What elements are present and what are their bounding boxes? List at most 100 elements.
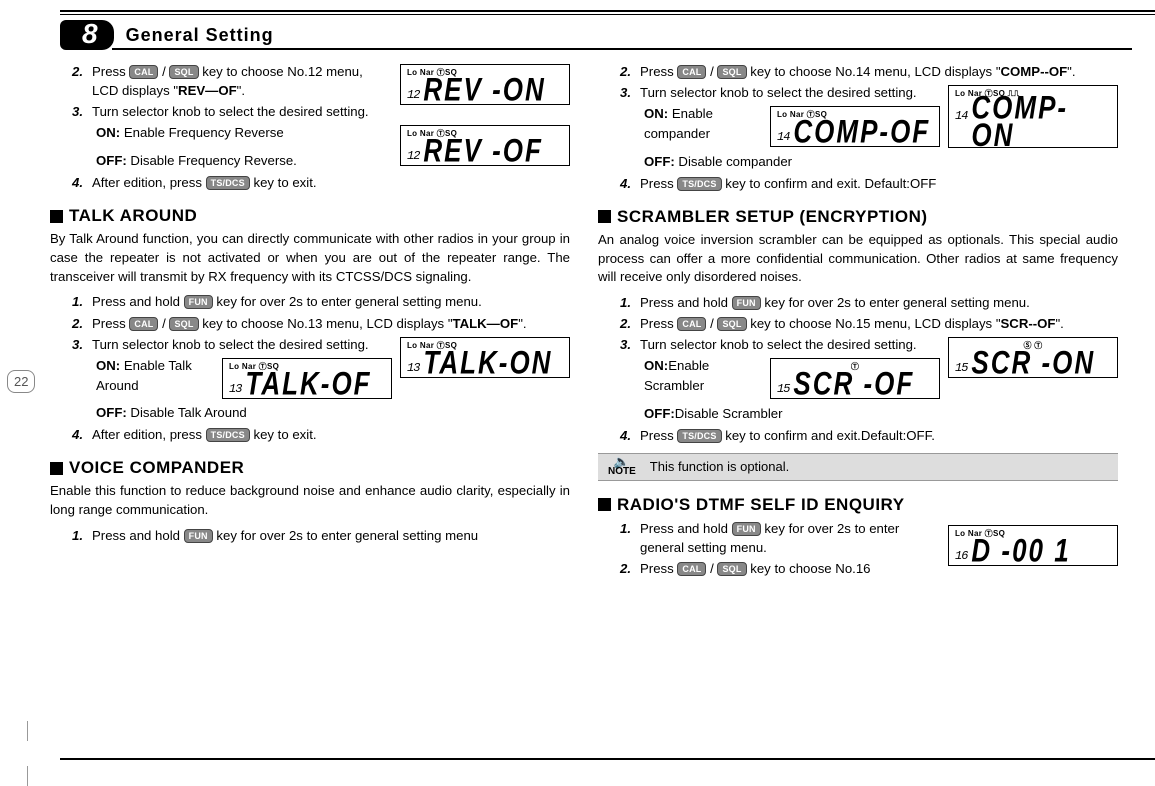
lcd-menu-no: 12 [407, 88, 419, 102]
t: SCRAMBLER SETUP (ENCRYPTION) [617, 207, 928, 227]
t: ON: [644, 106, 668, 121]
t: Turn selector knob to select the desired… [640, 83, 940, 102]
t: key to confirm and exit. Default:OFF [722, 176, 937, 191]
t: After edition, press [92, 175, 206, 190]
tsdcs-key: TS/DCS [206, 428, 250, 442]
left-column: Lo Nar ⓉSQ 12REV -ON 2.Press CAL / SQL k… [50, 60, 570, 748]
scr-step-1: 1.Press and hold FUN key for over 2s to … [620, 293, 1118, 312]
sql-key: SQL [169, 317, 198, 331]
t: After edition, press [92, 427, 206, 442]
lcd-comp-on: Lo Nar ⓉSQ ⎍⎍ 14COMP-ON [948, 85, 1118, 148]
dtmf-heading: RADIO'S DTMF SELF ID ENQUIRY [598, 495, 1118, 515]
t: ". [1067, 64, 1075, 79]
lcd-rev-on: Lo Nar ⓉSQ 12REV -ON [400, 64, 570, 105]
rev-step-3: 3.Turn selector knob to select the desir… [72, 102, 392, 121]
talk-step-2: 2.Press CAL / SQL key to choose No.13 me… [72, 314, 570, 333]
t: Press [640, 176, 677, 191]
chapter-rule [112, 48, 1132, 50]
t: Disable compander [675, 154, 792, 169]
lcd-text: COMP-ON [971, 94, 1111, 149]
fun-key: FUN [732, 296, 761, 310]
t: Press and hold [640, 521, 732, 536]
chapter-tab: 8 General Setting [60, 20, 274, 50]
lcd-scr-on: Ⓢ Ⓣ 15SCR -ON [948, 337, 1118, 378]
talk-step-4: 4.After edition, press TS/DCS key to exi… [72, 425, 570, 444]
lcd-menu-no: 15 [777, 382, 789, 396]
lcd-talk-on: Lo Nar ⓉSQ 13TALK-ON [400, 337, 570, 378]
lcd-text: TALK-ON [423, 348, 552, 376]
scr-lcds: Ⓢ Ⓣ 15SCR -ON 3.Turn selector knob to se… [598, 335, 1118, 424]
t: Press [640, 561, 677, 576]
lcd-menu-no: 14 [777, 130, 789, 144]
page: 8 General Setting 22 Lo Nar ⓉSQ 12REV -O… [0, 0, 1155, 778]
dtmf-step-1: 1. Press and hold FUN key for over 2s to… [620, 519, 940, 557]
sql-key: SQL [717, 317, 746, 331]
t: Press and hold [92, 294, 184, 309]
lcd-menu-no: 13 [229, 382, 241, 396]
t: ON: [644, 358, 668, 373]
sql-key: SQL [717, 562, 746, 576]
comp-step-2: 2.Press CAL / SQL key to choose No.14 me… [620, 62, 1118, 81]
compander-heading: VOICE COMPANDER [50, 458, 570, 478]
t: Disable Scrambler [675, 406, 783, 421]
note-text: This function is optional. [650, 459, 789, 474]
t: Press [92, 64, 129, 79]
lcd-scr-off: Ⓣ 15SCR -OF [770, 358, 940, 399]
cal-key: CAL [677, 65, 706, 79]
t: key for over 2s to enter general setting… [213, 528, 478, 543]
note-icon: 🔈NOTE [608, 457, 636, 477]
lcd-talk-off: Lo Nar ⓉSQ 13TALK-OF [222, 358, 392, 399]
sql-key: SQL [169, 65, 198, 79]
talk-heading: TALK AROUND [50, 206, 570, 226]
t: Press [640, 316, 677, 331]
talk-step-1: 1.Press and hold FUN key for over 2s to … [72, 292, 570, 311]
fun-key: FUN [732, 522, 761, 536]
t: Press and hold [640, 295, 732, 310]
talk-desc: By Talk Around function, you can directl… [50, 230, 570, 286]
t: Press and hold [92, 528, 184, 543]
cal-key: CAL [129, 65, 158, 79]
chapter-title: General Setting [126, 25, 274, 46]
scrambler-desc: An analog voice inversion scrambler can … [598, 231, 1118, 287]
section-mark-icon [50, 210, 63, 223]
fun-key: FUN [184, 295, 213, 309]
t: RADIO'S DTMF SELF ID ENQUIRY [617, 495, 905, 515]
tsdcs-key: TS/DCS [206, 176, 250, 190]
lcd-rev-off: Lo Nar ⓉSQ 12REV -OF [400, 125, 570, 166]
t: ON: [96, 358, 120, 373]
t: ". [237, 83, 245, 98]
t: Press [640, 64, 677, 79]
t: OFF: [96, 153, 127, 168]
t: key to confirm and exit.Default:OFF. [722, 428, 935, 443]
t: key for over 2s to enter general setting… [213, 294, 482, 309]
scr-off: OFF:Disable Scrambler [644, 404, 1118, 424]
t: Turn selector knob to select the desired… [640, 335, 940, 354]
section-mark-icon [598, 210, 611, 223]
rule-top [60, 10, 1155, 12]
dtmf-step-2: 2.Press CAL / SQL key to choose No.16 [620, 559, 940, 578]
lcd-text: SCR -ON [971, 349, 1095, 377]
rev-block: Lo Nar ⓉSQ 12REV -ON 2.Press CAL / SQL k… [50, 62, 570, 171]
cal-key: CAL [677, 317, 706, 331]
rev-step-2: 2.Press CAL / SQL key to choose No.12 me… [72, 62, 392, 100]
lcd-text: D -00 1 [971, 536, 1070, 564]
scrambler-heading: SCRAMBLER SETUP (ENCRYPTION) [598, 207, 1118, 227]
lcd-text: TALK-OF [245, 369, 371, 397]
t: OFF: [96, 405, 127, 420]
lcd-text: COMP-OF [793, 118, 930, 146]
t: ". [1055, 316, 1063, 331]
section-mark-icon [598, 498, 611, 511]
t: VOICE COMPANDER [69, 458, 244, 478]
comp-step-4: 4.Press TS/DCS key to confirm and exit. … [620, 174, 1118, 193]
note-row: 🔈NOTE This function is optional. [598, 453, 1118, 481]
tsdcs-key: TS/DCS [677, 429, 721, 443]
rule-top-thin [60, 14, 1155, 15]
section-mark-icon [50, 462, 63, 475]
lcd-comp-off: Lo Nar ⓉSQ 14COMP-OF [770, 106, 940, 147]
comp-step-1: 1.Press and hold FUN key for over 2s to … [72, 526, 570, 545]
lcd-menu-no: 12 [407, 149, 419, 163]
t: REV—OF [178, 83, 237, 98]
right-column: 2.Press CAL / SQL key to choose No.14 me… [598, 60, 1118, 748]
t: Press [640, 428, 677, 443]
lcd-menu-no: 16 [955, 549, 967, 563]
